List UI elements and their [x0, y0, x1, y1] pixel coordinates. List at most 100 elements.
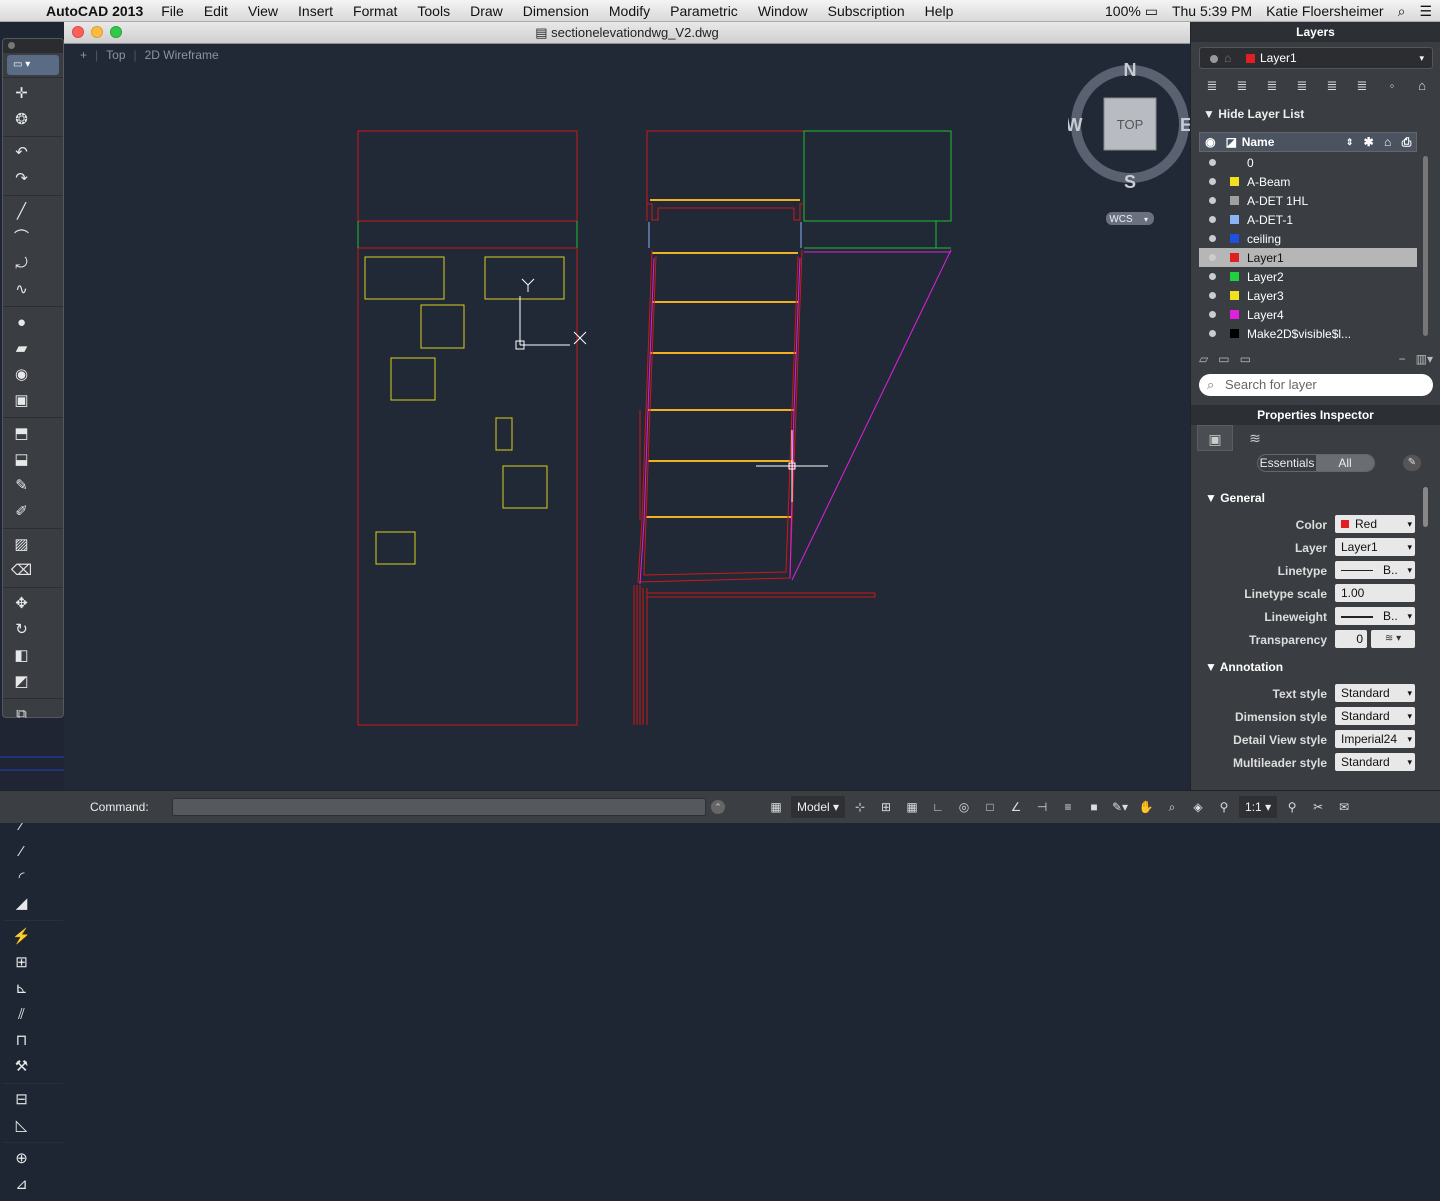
new-layer-icon[interactable]: ▱ — [1199, 352, 1208, 368]
layer-color-swatch[interactable] — [1230, 310, 1239, 319]
menu-file[interactable]: File — [161, 3, 184, 19]
user-name[interactable]: Katie Floersheimer — [1266, 3, 1384, 19]
layer-row[interactable]: Layer3 — [1199, 286, 1417, 305]
properties-scrollbar[interactable] — [1423, 487, 1428, 527]
layer-color-swatch[interactable] — [1230, 272, 1239, 281]
quick-select-icon[interactable]: ✎ — [1403, 455, 1421, 471]
annotation-scale-icon[interactable]: ⚲ — [1213, 796, 1235, 818]
lineweight-dropdown[interactable]: B.. ▾ — [1335, 607, 1415, 625]
arc-tool-icon[interactable]: ⌒ — [9, 225, 34, 251]
name-column-header[interactable]: Name — [1242, 135, 1346, 149]
annotation-scale-dropdown[interactable]: 1:1 ▾ — [1239, 796, 1278, 818]
match-properties-icon[interactable]: ✎ — [9, 473, 34, 499]
layer-state-icon[interactable]: ≣ — [1199, 76, 1225, 96]
notifications-icon[interactable]: ✉ — [1333, 796, 1355, 818]
menu-parametric[interactable]: Parametric — [670, 3, 738, 19]
layer-row[interactable]: ceiling — [1199, 229, 1417, 248]
command-history-chevron-icon[interactable]: ⌃ — [711, 800, 725, 814]
region-tool-icon[interactable]: ▣ — [9, 388, 34, 414]
dimension-tool-icon[interactable]: ⊾ — [9, 976, 34, 1002]
visibility-dot-icon[interactable] — [1209, 159, 1216, 166]
all-toggle[interactable]: All — [1316, 455, 1374, 471]
orbit-icon[interactable]: ◈ — [1187, 796, 1209, 818]
layer-color-swatch[interactable] — [1230, 196, 1239, 205]
visibility-dot-icon[interactable] — [1209, 254, 1216, 261]
visibility-dot-icon[interactable] — [1209, 273, 1216, 280]
menu-tools[interactable]: Tools — [417, 3, 450, 19]
viewcube-face-label[interactable]: TOP — [1117, 117, 1144, 132]
drawing-canvas[interactable] — [64, 44, 1190, 790]
create-block-icon[interactable]: ⬓ — [9, 447, 34, 473]
layer-color-swatch[interactable] — [1230, 234, 1239, 243]
command-input[interactable] — [172, 798, 706, 816]
grid-display-icon[interactable]: ▦ — [901, 796, 923, 818]
sort-icon[interactable]: ⇕ — [1346, 137, 1359, 148]
layer-color-swatch[interactable] — [1230, 291, 1239, 300]
compass-north[interactable]: N — [1124, 60, 1137, 80]
multileader-style-dropdown[interactable]: Standard ▾ — [1335, 753, 1415, 771]
viewcube[interactable]: TOP N S W E WCS ▾ — [1066, 58, 1192, 228]
stretch-tool-icon[interactable]: ◩ — [9, 669, 34, 695]
rectangle-tool-icon[interactable]: ▰ — [9, 336, 34, 362]
menu-format[interactable]: Format — [353, 3, 397, 19]
layer-row[interactable]: A-DET 1HL — [1199, 191, 1417, 210]
viewport-menu-plus[interactable]: + — [80, 48, 87, 62]
layer-list-scrollbar[interactable] — [1423, 156, 1428, 336]
object-tracking-icon[interactable]: ∠ — [1005, 796, 1027, 818]
dimension-edit-icon[interactable]: ⚒ — [9, 1054, 34, 1080]
menu-modify[interactable]: Modify — [609, 3, 650, 19]
layout-grid-icon[interactable]: ▦ — [765, 796, 787, 818]
plot-column-icon[interactable]: ⎙ — [1397, 135, 1416, 150]
detail-view-style-dropdown[interactable]: Imperial24 ▾ — [1335, 730, 1415, 748]
menu-help[interactable]: Help — [925, 3, 954, 19]
view-name[interactable]: Top — [106, 48, 125, 62]
hide-layer-list-toggle[interactable]: ▼ Hide Layer List — [1203, 107, 1304, 121]
new-property-filter-icon[interactable]: ▭ — [1240, 352, 1251, 368]
layer-color-swatch[interactable] — [1230, 253, 1239, 262]
dynamic-ucs-icon[interactable]: ⊣ — [1031, 796, 1053, 818]
layer-color-swatch[interactable] — [1230, 177, 1239, 186]
insert-block-icon[interactable]: ⬒ — [9, 421, 34, 447]
ucs-tool-icon[interactable]: ⊿ — [9, 1172, 34, 1198]
layer-off-icon[interactable]: ≣ — [1289, 76, 1315, 96]
scale-tool-icon[interactable]: ◧ — [9, 643, 34, 669]
visibility-dot-icon[interactable] — [1209, 292, 1216, 299]
undo-icon[interactable]: ↶ — [9, 140, 34, 166]
visibility-dot-icon[interactable] — [1209, 235, 1216, 242]
layer-color-swatch[interactable] — [1230, 215, 1239, 224]
object-snap-icon[interactable]: □ — [979, 796, 1001, 818]
transparency-display-icon[interactable]: ■ — [1083, 796, 1105, 818]
layer-row-selected[interactable]: Layer1 — [1199, 248, 1417, 267]
visibility-dot-icon[interactable] — [1209, 330, 1216, 337]
palette-close-button[interactable] — [8, 42, 15, 49]
layer-row[interactable]: Layer2 — [1199, 267, 1417, 286]
layer-search-input[interactable]: ⌕ Search for layer — [1199, 374, 1433, 396]
layer-properties-tab-icon[interactable]: ≋ — [1237, 425, 1273, 451]
lock-column-icon[interactable]: ⌂ — [1378, 135, 1397, 149]
layer-walk-icon[interactable]: ◦ — [1379, 76, 1405, 96]
app-menu[interactable]: AutoCAD 2013 — [46, 3, 143, 19]
text-tool-icon[interactable]: ◺ — [9, 1113, 34, 1139]
menu-draw[interactable]: Draw — [470, 3, 503, 19]
general-section-toggle[interactable]: ▼ General — [1205, 491, 1265, 505]
grid-icon[interactable]: ⊞ — [875, 796, 897, 818]
delete-layer-icon[interactable]: − — [1399, 352, 1406, 368]
spotlight-search-icon[interactable]: ⌕ — [1398, 3, 1406, 20]
layer-color-swatch[interactable] — [1230, 329, 1239, 338]
zoom-tool-icon[interactable]: ⊕ — [9, 1146, 34, 1172]
redo-icon[interactable]: ↷ — [9, 166, 34, 192]
layer-row[interactable]: A-Beam — [1199, 172, 1417, 191]
edit-block-icon[interactable]: ✐ — [9, 499, 34, 525]
visibility-dot-icon[interactable] — [1209, 178, 1216, 185]
layer-lock-icon[interactable]: ⌂ — [1409, 76, 1435, 96]
linear-dimension-icon[interactable]: ⊟ — [9, 1087, 34, 1113]
new-group-filter-icon[interactable]: ▭ — [1218, 352, 1229, 368]
pan-icon[interactable]: ✋ — [1135, 796, 1157, 818]
visual-style[interactable]: 2D Wireframe — [145, 48, 219, 62]
linetype-scale-input[interactable]: 1.00 — [1335, 584, 1415, 602]
current-layer-dropdown[interactable]: ⌂ Layer1 ▾ — [1199, 47, 1433, 69]
layer-isolate-icon[interactable]: ≣ — [1229, 76, 1255, 96]
snap-icon[interactable]: ⊹ — [849, 796, 871, 818]
model-space-dropdown[interactable]: Model ▾ — [791, 796, 846, 818]
wcs-label[interactable]: WCS — [1109, 214, 1133, 225]
